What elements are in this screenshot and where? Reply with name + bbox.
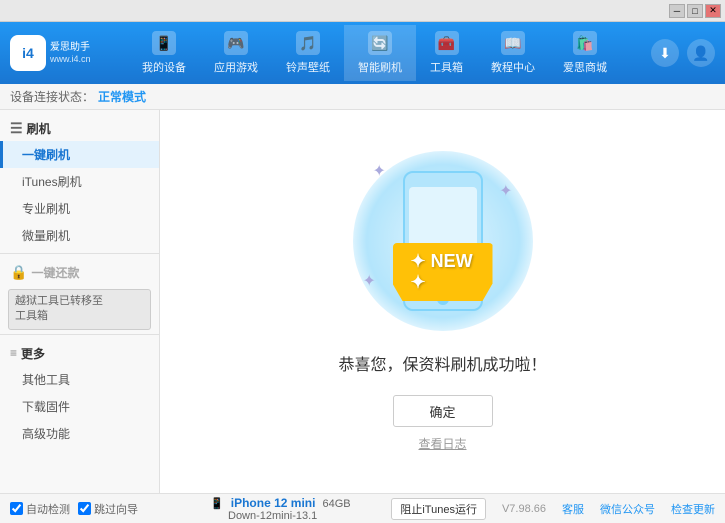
smart-flash-icon: 🔄: [368, 31, 392, 55]
new-badge: ✦ NEW ✦: [393, 243, 493, 301]
nav-item-toolbox[interactable]: 🧰 工具箱: [416, 25, 477, 81]
nav-item-app-games[interactable]: 🎮 应用游戏: [200, 25, 272, 81]
new-badge-star-left: ✦: [411, 251, 426, 271]
wechat-link[interactable]: 微信公众号: [600, 501, 655, 517]
logo: i4 爱思助手 www.i4.cn: [10, 35, 98, 71]
flash-section-icon: ☰: [10, 120, 23, 137]
nav-item-ringtone[interactable]: 🎵 铃声壁纸: [272, 25, 344, 81]
main-content: ☰ 刷机 一键刷机 iTunes刷机 专业刷机 微量刷机 🔒 一键还款 越狱工具…: [0, 110, 725, 493]
nav-item-tutorial[interactable]: 📖 教程中心: [477, 25, 549, 81]
sparkle-icon-2: ✦: [499, 181, 512, 201]
logo-icon: i4: [10, 35, 46, 71]
logo-text: 爱思助手 www.i4.cn: [50, 41, 91, 66]
sparkle-icon-1: ✦: [373, 161, 386, 181]
center-content: ✦ ✦ ✦ ✦ NEW ✦ 恭喜您，保资料刷机成功啦！ 确定 查看日志: [160, 110, 725, 493]
toolbox-icon: 🧰: [435, 31, 459, 55]
user-button[interactable]: 👤: [687, 39, 715, 67]
auto-update-checkbox[interactable]: 自动检测: [10, 501, 70, 517]
sidebar: ☰ 刷机 一键刷机 iTunes刷机 专业刷机 微量刷机 🔒 一键还款 越狱工具…: [0, 110, 160, 493]
sidebar-section-more: ≡ 更多: [0, 339, 159, 366]
download-button[interactable]: ⬇: [651, 39, 679, 67]
secondary-link[interactable]: 查看日志: [418, 435, 466, 452]
sidebar-item-download-firmware[interactable]: 下载固件: [0, 393, 159, 420]
success-title: 恭喜您，保资料刷机成功啦！: [338, 351, 546, 375]
sparkle-icon-3: ✦: [363, 271, 376, 291]
nav-items: 📱 我的设备 🎮 应用游戏 🎵 铃声壁纸 🔄 智能刷机 🧰 工具箱 📖 教程中心…: [98, 25, 651, 81]
nav-right: ⬇ 👤: [651, 39, 715, 67]
status-label: 设备连接状态：: [10, 88, 94, 105]
stop-itunes-button[interactable]: 阻止iTunes运行: [391, 498, 486, 520]
bottom-left: 自动检测 跳过向导: [10, 501, 210, 517]
title-bar: ─ □ ✕: [0, 0, 725, 22]
minimize-button[interactable]: ─: [669, 4, 685, 18]
bottom-right: 阻止iTunes运行 V7.98.66 客服 微信公众号 检查更新: [391, 498, 715, 520]
tutorial-icon: 📖: [501, 31, 525, 55]
sidebar-item-other-tools[interactable]: 其他工具: [0, 366, 159, 393]
sidebar-divider-2: [0, 334, 159, 335]
check-update-link[interactable]: 检查更新: [671, 501, 715, 517]
status-bar: 设备连接状态： 正常模式: [0, 84, 725, 110]
auto-update-input[interactable]: [10, 502, 23, 515]
restore-lock-icon: 🔒: [10, 264, 27, 281]
bottom-bar: 自动检测 跳过向导 📱 iPhone 12 mini 64GB Down-12m…: [0, 493, 725, 523]
sidebar-item-pro-flash[interactable]: 专业刷机: [0, 195, 159, 222]
device-info: 📱 iPhone 12 mini 64GB Down-12mini-13.1: [210, 496, 391, 522]
sidebar-item-itunes-flash[interactable]: iTunes刷机: [0, 168, 159, 195]
sidebar-item-one-key-flash[interactable]: 一键刷机: [0, 141, 159, 168]
nav-item-smart-flash[interactable]: 🔄 智能刷机: [344, 25, 416, 81]
confirm-button[interactable]: 确定: [393, 395, 493, 427]
device-storage: 64GB: [323, 498, 351, 510]
skip-wizard-checkbox[interactable]: 跳过向导: [78, 501, 138, 517]
maximize-button[interactable]: □: [687, 4, 703, 18]
version-text: V7.98.66: [502, 503, 546, 515]
my-device-icon: 📱: [152, 31, 176, 55]
customer-service-link[interactable]: 客服: [562, 501, 584, 517]
new-badge-star-right: ✦: [411, 272, 426, 292]
sidebar-divider-1: [0, 253, 159, 254]
device-name: iPhone 12 mini: [231, 496, 316, 510]
shop-icon: 🛍️: [573, 31, 597, 55]
ringtone-icon: 🎵: [296, 31, 320, 55]
sidebar-item-advanced[interactable]: 高级功能: [0, 420, 159, 447]
success-illustration: ✦ ✦ ✦ ✦ NEW ✦: [343, 151, 543, 331]
nav-item-shop[interactable]: 🛍️ 爱思商城: [549, 25, 621, 81]
close-button[interactable]: ✕: [705, 4, 721, 18]
sidebar-notice: 越狱工具已转移至工具箱: [8, 289, 151, 330]
nav-item-my-device[interactable]: 📱 我的设备: [128, 25, 200, 81]
top-nav: i4 爱思助手 www.i4.cn 📱 我的设备 🎮 应用游戏 🎵 铃声壁纸 🔄…: [0, 22, 725, 84]
status-value: 正常模式: [98, 88, 146, 105]
device-icon: 📱: [210, 498, 224, 510]
more-section-icon: ≡: [10, 346, 17, 360]
window-controls: ─ □ ✕: [669, 4, 721, 18]
sidebar-item-save-flash[interactable]: 微量刷机: [0, 222, 159, 249]
sidebar-section-flash: ☰ 刷机: [0, 114, 159, 141]
sidebar-section-restore: 🔒 一键还款: [0, 258, 159, 285]
device-model: Down-12mini-13.1: [228, 510, 317, 522]
skip-wizard-input[interactable]: [78, 502, 91, 515]
app-games-icon: 🎮: [224, 31, 248, 55]
